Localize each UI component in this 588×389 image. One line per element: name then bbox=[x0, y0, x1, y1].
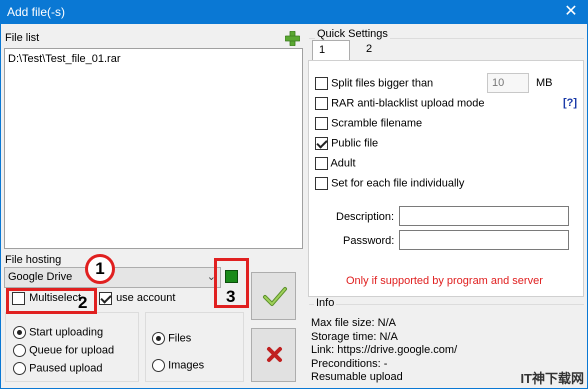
split-size-input[interactable]: 10 bbox=[487, 73, 529, 93]
public-file-checkbox[interactable]: Public file bbox=[315, 137, 378, 150]
radio-start-label: Start uploading bbox=[29, 326, 104, 339]
tab-1-label: 1 bbox=[319, 44, 326, 56]
radio-start-uploading[interactable]: Start uploading bbox=[13, 326, 103, 339]
radio-images-label: Images bbox=[168, 359, 205, 372]
radio-dot[interactable] bbox=[152, 332, 165, 345]
file-list-item[interactable]: D:\Test\Test_file_01.rar bbox=[5, 49, 302, 69]
password-input[interactable] bbox=[399, 230, 569, 250]
info-link: Link: https://drive.google.com/ bbox=[311, 344, 458, 356]
info-divider bbox=[309, 304, 584, 305]
description-input[interactable] bbox=[399, 206, 569, 226]
scramble-check-box[interactable] bbox=[315, 117, 328, 130]
tab-2-label: 2 bbox=[366, 43, 373, 55]
scramble-label: Scramble filename bbox=[331, 117, 423, 130]
split-files-label: Split files bigger than bbox=[331, 77, 434, 90]
adult-check-box[interactable] bbox=[315, 157, 328, 170]
confirm-button[interactable] bbox=[251, 272, 296, 320]
radio-files[interactable]: Files bbox=[152, 332, 191, 345]
password-label: Password: bbox=[343, 235, 395, 247]
split-unit-label: MB bbox=[536, 77, 553, 89]
individually-label: Set for each file individually bbox=[331, 177, 465, 190]
description-label: Description: bbox=[336, 211, 395, 223]
info-label: Info bbox=[314, 297, 337, 309]
callout-3: 3 bbox=[226, 287, 236, 306]
add-file-icon[interactable] bbox=[285, 31, 300, 46]
rar-anti-blacklist-checkbox[interactable]: RAR anti-blacklist upload mode bbox=[315, 97, 485, 110]
file-hosting-label: File hosting bbox=[5, 254, 62, 266]
radio-queue-upload[interactable]: Queue for upload bbox=[13, 344, 114, 357]
use-account-label: use account bbox=[116, 292, 176, 305]
callout-1: 1 bbox=[85, 254, 115, 284]
file-list-label: File list bbox=[5, 32, 40, 44]
info-resumable: Resumable upload bbox=[311, 371, 403, 383]
split-files-checkbox[interactable]: Split files bigger than bbox=[315, 77, 433, 90]
callout-2: 2 bbox=[78, 293, 88, 312]
split-files-check-box[interactable] bbox=[315, 77, 328, 90]
use-account-check-box[interactable] bbox=[99, 292, 112, 305]
file-list[interactable]: D:\Test\Test_file_01.rar bbox=[4, 48, 303, 249]
info-lines: Max file size: N/A Storage time: N/A Lin… bbox=[311, 317, 457, 385]
use-account-checkbox[interactable]: use account bbox=[99, 292, 175, 305]
adult-label: Adult bbox=[330, 157, 356, 170]
radio-images[interactable]: Images bbox=[152, 359, 204, 372]
close-icon[interactable]: ✕ bbox=[554, 0, 588, 24]
help-link[interactable]: [?] bbox=[563, 97, 577, 109]
radio-queue-label: Queue for upload bbox=[29, 344, 115, 357]
server-support-note: Only if supported by program and server bbox=[346, 275, 543, 287]
tab-1[interactable]: 1 bbox=[312, 40, 350, 60]
radio-files-label: Files bbox=[168, 332, 192, 345]
radio-dot[interactable] bbox=[13, 362, 26, 375]
quick-settings-label: Quick Settings bbox=[315, 28, 390, 40]
rar-check-box[interactable] bbox=[315, 97, 328, 110]
title-bar: Add file(-s) ✕ bbox=[0, 0, 588, 24]
info-preconditions: Preconditions: - bbox=[311, 357, 388, 370]
radio-dot[interactable] bbox=[152, 359, 165, 372]
scramble-filename-checkbox[interactable]: Scramble filename bbox=[315, 117, 422, 130]
radio-dot[interactable] bbox=[13, 344, 26, 357]
window-title: Add file(-s) bbox=[7, 5, 66, 19]
public-label: Public file bbox=[331, 137, 379, 150]
cancel-x-icon bbox=[267, 347, 282, 362]
watermark-logo: IT神下载网 bbox=[520, 371, 584, 386]
radio-dot[interactable] bbox=[13, 326, 26, 339]
info-max-file-size: Max file size: N/A bbox=[311, 317, 396, 329]
file-hosting-selected: Google Drive bbox=[8, 271, 73, 283]
rar-label: RAR anti-blacklist upload mode bbox=[331, 97, 485, 110]
info-storage-time: Storage time: N/A bbox=[311, 330, 398, 343]
radio-paused-label: Paused upload bbox=[29, 362, 103, 375]
radio-paused-upload[interactable]: Paused upload bbox=[13, 362, 102, 375]
cancel-button[interactable] bbox=[251, 328, 296, 382]
checkmark-icon bbox=[263, 287, 287, 306]
tab-2[interactable]: 2 bbox=[360, 40, 388, 60]
adult-checkbox[interactable]: Adult bbox=[315, 157, 356, 170]
individually-check-box[interactable] bbox=[315, 177, 328, 190]
set-individually-checkbox[interactable]: Set for each file individually bbox=[315, 177, 464, 190]
public-check-box[interactable] bbox=[315, 137, 328, 150]
